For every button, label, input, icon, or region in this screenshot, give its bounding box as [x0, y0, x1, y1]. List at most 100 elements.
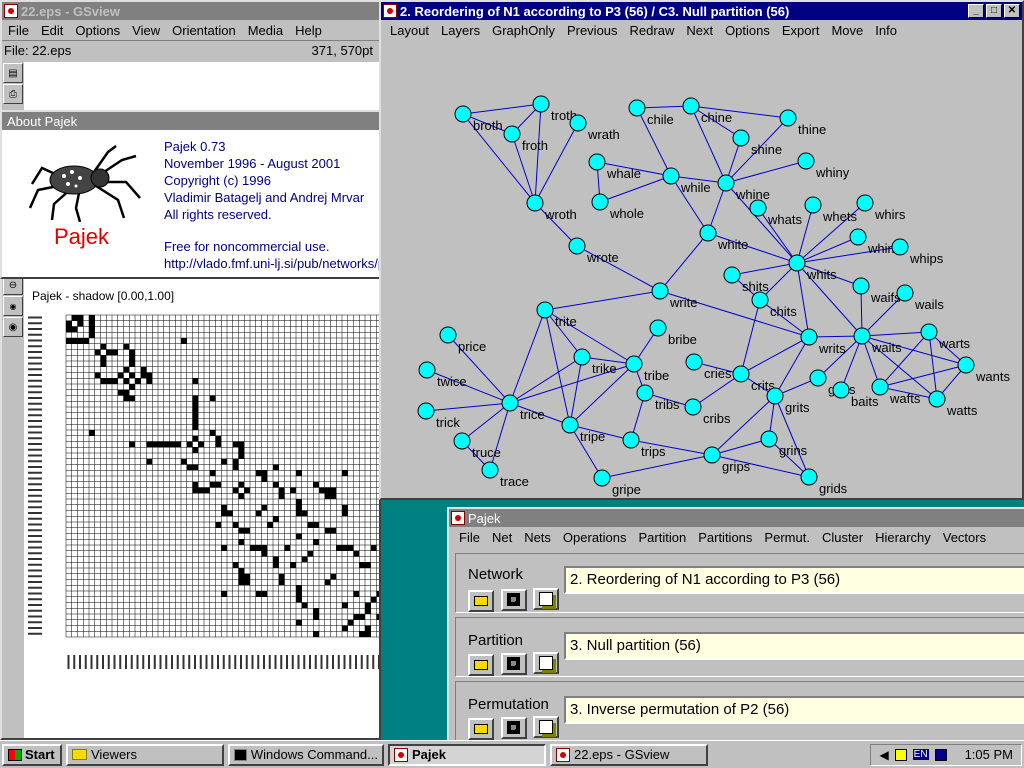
draw-menu-export[interactable]: Export — [776, 23, 826, 38]
node-whiny[interactable] — [797, 152, 815, 170]
gsview-app-icon[interactable] — [4, 4, 18, 18]
start-button[interactable]: Start — [2, 743, 62, 766]
maximize-button[interactable]: □ — [986, 4, 1002, 18]
gsview-menu-view[interactable]: View — [126, 23, 166, 38]
node-grins[interactable] — [760, 430, 778, 448]
node-whale[interactable] — [588, 153, 606, 171]
node-grips[interactable] — [703, 446, 721, 464]
node-while[interactable] — [662, 167, 680, 185]
node-bribe[interactable] — [649, 319, 667, 337]
gsview-titlebar[interactable]: 22.eps - GSview — [2, 2, 379, 20]
node-whips[interactable] — [891, 238, 909, 256]
pajek-menu-operations[interactable]: Operations — [557, 530, 633, 545]
node-broth[interactable] — [454, 105, 472, 123]
gsview-menu-media[interactable]: Media — [242, 23, 289, 38]
network-field[interactable]: 2. Reordering of N1 according to P3 (56) — [564, 566, 1024, 594]
node-white[interactable] — [699, 224, 717, 242]
node-whole[interactable] — [591, 193, 609, 211]
node-cribs[interactable] — [684, 398, 702, 416]
draw-menu-layout[interactable]: Layout — [384, 23, 435, 38]
print-icon[interactable]: ⎙ — [3, 84, 23, 104]
draw-menu-graphonly[interactable]: GraphOnly — [486, 23, 561, 38]
node-twice[interactable] — [418, 361, 436, 379]
node-troth[interactable] — [532, 95, 550, 113]
node-baits[interactable] — [832, 381, 850, 399]
permutation-field[interactable]: 3. Inverse permutation of P2 (56) — [564, 696, 1024, 724]
open-file-icon[interactable]: ▤ — [3, 63, 23, 83]
node-trike[interactable] — [573, 348, 591, 366]
pajek-menu-cluster[interactable]: Cluster — [816, 530, 869, 545]
node-gaits[interactable] — [809, 369, 827, 387]
network-graph[interactable]: brothtrothfrothwrathwrothchile chinethine… — [381, 40, 1022, 498]
partition-edit-button[interactable] — [533, 652, 560, 674]
node-cries[interactable] — [685, 353, 703, 371]
network-open-button[interactable] — [468, 590, 494, 612]
pajek-titlebar[interactable]: Pajek — [449, 509, 1024, 527]
node-shine[interactable] — [732, 129, 750, 147]
gsview-menu-orientation[interactable]: Orientation — [166, 23, 242, 38]
node-wails[interactable] — [896, 284, 914, 302]
minimize-button[interactable]: _ — [968, 4, 984, 18]
node-warts[interactable] — [920, 323, 938, 341]
pajek-menu-nets[interactable]: Nets — [518, 530, 557, 545]
taskbar-item-gsview[interactable]: 22.eps - GSview — [550, 743, 708, 766]
node-trips[interactable] — [622, 431, 640, 449]
speaker-icon[interactable]: ◀ — [879, 748, 888, 762]
node-whirs[interactable] — [856, 194, 874, 212]
permutation-open-button[interactable] — [468, 718, 494, 740]
clock[interactable]: 1:05 PM — [965, 747, 1013, 762]
node-chits[interactable] — [751, 291, 769, 309]
node-tribs[interactable] — [636, 384, 654, 402]
node-watts[interactable] — [928, 390, 946, 408]
node-gripe[interactable] — [593, 469, 611, 487]
node-trick[interactable] — [417, 402, 435, 420]
gsview-menu-edit[interactable]: Edit — [35, 23, 69, 38]
gsview-menu-file[interactable]: File — [2, 23, 35, 38]
node-whims[interactable] — [849, 228, 867, 246]
network-edit-button[interactable] — [533, 588, 560, 610]
node-waits[interactable] — [853, 327, 871, 345]
draw-menu-move[interactable]: Move — [825, 23, 869, 38]
draw-menu-next[interactable]: Next — [680, 23, 719, 38]
node-crits[interactable] — [732, 365, 750, 383]
language-indicator[interactable]: EN — [912, 749, 929, 760]
draw-menu-options[interactable]: Options — [719, 23, 776, 38]
node-waifs[interactable] — [852, 277, 870, 295]
node-grits[interactable] — [766, 387, 784, 405]
node-tribe[interactable] — [625, 355, 643, 373]
partition-save-button[interactable] — [500, 652, 527, 675]
taskbar-item-pajek[interactable]: Pajek — [388, 743, 546, 766]
pajek-menu-permut[interactable]: Permut. — [758, 530, 816, 545]
node-grids[interactable] — [800, 468, 818, 486]
node-whine[interactable] — [717, 174, 735, 192]
node-wrote[interactable] — [568, 237, 586, 255]
draw-menu-previous[interactable]: Previous — [561, 23, 624, 38]
pajek-app-icon[interactable] — [451, 511, 465, 525]
gsview-menu-help[interactable]: Help — [289, 23, 328, 38]
view-abc-icon[interactable]: ◉ — [3, 296, 23, 316]
view-icon[interactable]: ◉ — [3, 317, 23, 337]
node-chine[interactable] — [682, 97, 700, 115]
node-chile[interactable] — [628, 99, 646, 117]
node-shits[interactable] — [723, 266, 741, 284]
draw-menu-layers[interactable]: Layers — [435, 23, 486, 38]
taskbar-item-command[interactable]: Windows Command... — [228, 743, 384, 766]
permutation-edit-button[interactable] — [533, 716, 560, 738]
partition-open-button[interactable] — [468, 654, 494, 676]
draw-menu-info[interactable]: Info — [869, 23, 903, 38]
node-truce[interactable] — [453, 432, 471, 450]
permutation-save-button[interactable] — [500, 716, 527, 739]
node-whats[interactable] — [749, 199, 767, 217]
close-button[interactable]: ✕ — [1004, 4, 1020, 18]
node-froth[interactable] — [503, 125, 521, 143]
partition-field[interactable]: 3. Null partition (56) — [564, 632, 1024, 660]
draw-menu-redraw[interactable]: Redraw — [624, 23, 681, 38]
node-wafts[interactable] — [871, 378, 889, 396]
node-trite[interactable] — [536, 301, 554, 319]
node-tripe[interactable] — [561, 416, 579, 434]
node-thine[interactable] — [779, 109, 797, 127]
pajek-menu-vectors[interactable]: Vectors — [937, 530, 992, 545]
network-icon[interactable] — [934, 748, 947, 761]
node-wroth[interactable] — [526, 194, 544, 212]
node-write[interactable] — [651, 282, 669, 300]
